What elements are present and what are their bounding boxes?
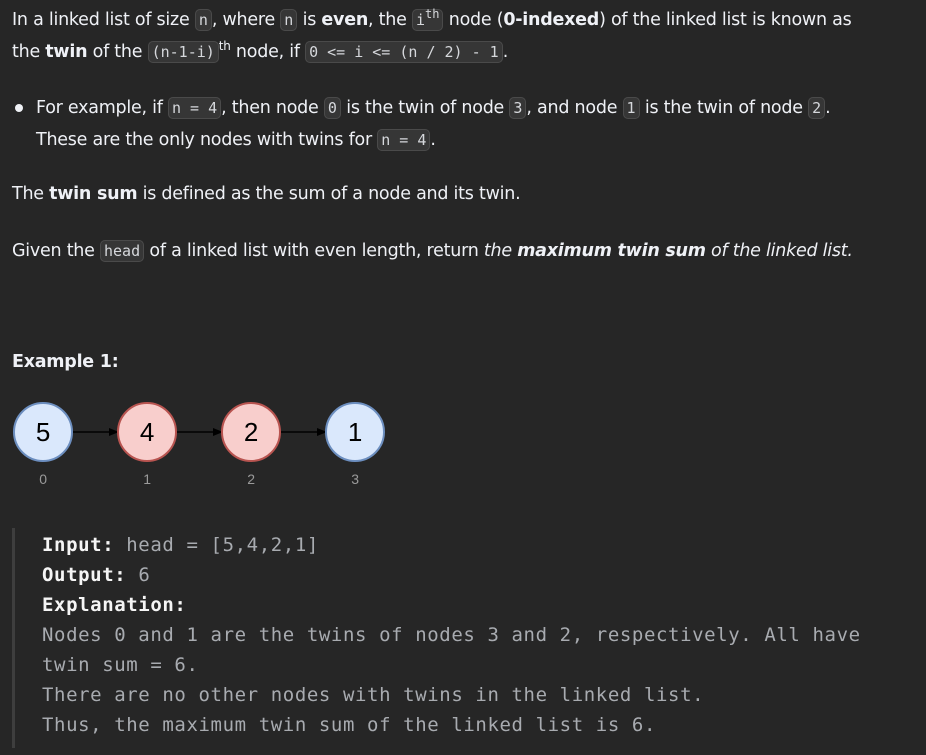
node-index: 1 <box>143 471 151 487</box>
node-value: 4 <box>140 417 154 447</box>
node-index: 0 <box>39 471 47 487</box>
example-block: Input: head = [5,4,2,1] Output: 6 Explan… <box>12 528 915 748</box>
bullet-line-1: For example, if n = 4, then node 0 is th… <box>36 97 831 119</box>
inline-code: n = 4 <box>167 97 222 119</box>
inline-code: 3 <box>509 97 527 119</box>
inline-code: 0 <= i <= (n / 2) - 1 <box>305 41 503 63</box>
inline-code: 2 <box>808 97 826 119</box>
example-title: Example 1: <box>12 352 119 372</box>
explanation-line: Thus, the maximum twin sum of the linked… <box>42 714 656 736</box>
explanation-line: There are no other nodes with twins in t… <box>42 684 705 706</box>
inline-code: ith <box>411 8 444 31</box>
intro-line-1: In a linked list of size n, where n is e… <box>12 7 852 31</box>
inline-code: n = 4 <box>377 129 431 151</box>
node-value: 5 <box>36 417 50 447</box>
inline-code: (n-1-i) <box>147 41 219 63</box>
node-value: 2 <box>244 417 258 447</box>
node-index: 3 <box>351 471 359 487</box>
inline-code: 1 <box>622 97 640 119</box>
output-line: Output: 6 <box>42 564 151 586</box>
inline-code: head <box>99 240 145 262</box>
intro-line-2: the twin of the (n-1-i) th node, if 0 <= … <box>12 39 509 63</box>
task-statement: Given the head of a linked list with eve… <box>12 240 853 262</box>
twin-sum-definition: The twin sum is defined as the sum of a … <box>12 184 521 204</box>
node-index: 2 <box>247 471 255 487</box>
inline-code: n <box>280 9 298 31</box>
inline-code: n <box>194 9 212 31</box>
explanation-label-line: Explanation: <box>42 594 187 616</box>
input-line: Input: head = [5,4,2,1] <box>42 534 319 556</box>
explanation-line: twin sum = 6. <box>42 654 199 676</box>
inline-code: 0 <box>323 97 341 119</box>
bullet-dot <box>15 104 23 112</box>
linked-list-diagram: 5 0 4 1 2 2 1 3 <box>13 402 385 487</box>
node-value: 1 <box>348 417 362 447</box>
bullet-line-2: These are the only nodes with twins for … <box>36 129 436 151</box>
explanation-line: Nodes 0 and 1 are the twins of nodes 3 a… <box>42 624 861 646</box>
